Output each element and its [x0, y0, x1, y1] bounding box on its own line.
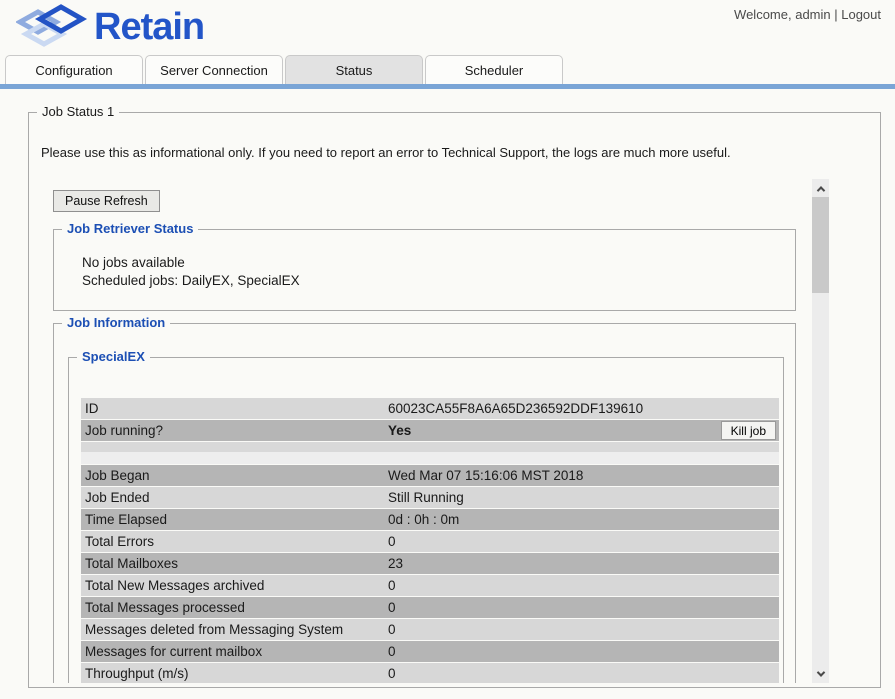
table-row: Total Mailboxes 23: [81, 553, 779, 574]
table-row: Job Ended Still Running: [81, 487, 779, 508]
scroll-up-button[interactable]: [812, 180, 829, 197]
table-row: Time Elapsed 0d : 0h : 0m: [81, 509, 779, 530]
table-row: Total Errors 0: [81, 531, 779, 552]
chevron-up-icon: [816, 186, 824, 194]
retriever-line: No jobs available: [82, 254, 300, 272]
table-row: Messages for current mailbox 0: [81, 641, 779, 662]
scrollbar-thumb[interactable]: [812, 197, 829, 293]
table-spacer-row: [81, 442, 779, 464]
retain-status-page: Retain Welcome, admin | Logout Configura…: [0, 0, 895, 699]
row-label: Throughput (m/s): [85, 663, 189, 683]
row-label: Total New Messages archived: [85, 575, 264, 596]
tab-scheduler[interactable]: Scheduler: [425, 55, 563, 84]
logout-link[interactable]: Logout: [841, 7, 881, 22]
row-label: Messages for current mailbox: [85, 641, 262, 662]
tab-configuration[interactable]: Configuration: [5, 55, 143, 84]
row-value: 0: [388, 619, 396, 640]
pause-refresh-button[interactable]: Pause Refresh: [53, 190, 160, 212]
row-value: 23: [388, 553, 403, 574]
row-value: Wed Mar 07 15:16:06 MST 2018: [388, 465, 583, 486]
specialex-job-fieldset: SpecialEX ID60023CA55F8A6A65D236592DDF13…: [68, 357, 784, 683]
retriever-line: Scheduled jobs: DailyEX, SpecialEX: [82, 272, 300, 290]
row-value: Yes: [388, 420, 411, 441]
table-row: Job running? Yes Kill job: [81, 420, 779, 441]
job-information-legend: Job Information: [62, 315, 170, 330]
tab-status[interactable]: Status: [285, 55, 423, 84]
welcome-text: Welcome, admin: [734, 7, 831, 22]
row-value: 0: [388, 597, 396, 618]
row-value: 0: [388, 531, 396, 552]
row-label: Job running?: [85, 420, 163, 441]
row-label: Total Errors: [85, 531, 154, 552]
app-logo: Retain: [16, 1, 204, 53]
job-information-fieldset: Job Information SpecialEX ID60023CA55F8A…: [53, 323, 796, 683]
row-label: Job Ended: [85, 487, 150, 508]
kill-job-button[interactable]: Kill job: [721, 421, 776, 440]
row-value: 60023CA55F8A6A65D236592DDF139610: [388, 398, 643, 419]
retriever-status-lines: No jobs available Scheduled jobs: DailyE…: [82, 254, 300, 290]
table-row: Messages deleted from Messaging System 0: [81, 619, 779, 640]
table-row: Throughput (m/s) 0: [81, 663, 779, 683]
row-label: Total Messages processed: [85, 597, 245, 618]
row-label: Time Elapsed: [85, 509, 167, 530]
row-value: 0: [388, 641, 396, 662]
specialex-legend: SpecialEX: [77, 349, 150, 364]
status-scroll-content: Pause Refresh Job Retriever Status No jo…: [41, 179, 812, 683]
job-status-legend: Job Status 1: [37, 104, 119, 119]
job-retriever-status-fieldset: Job Retriever Status No jobs available S…: [53, 229, 796, 311]
chevron-down-icon: [816, 668, 824, 676]
table-row: Total New Messages archived 0: [81, 575, 779, 596]
table-row: Job Began Wed Mar 07 15:16:06 MST 2018: [81, 465, 779, 486]
status-scroll-region: Pause Refresh Job Retriever Status No jo…: [41, 179, 829, 683]
tab-bar: Configuration Server Connection Status S…: [0, 55, 895, 89]
tab-underline: [0, 84, 895, 89]
retain-logo-icon: [16, 2, 92, 53]
job-retriever-status-legend: Job Retriever Status: [62, 221, 198, 236]
user-session-area: Welcome, admin | Logout: [734, 7, 881, 22]
separator: |: [831, 7, 842, 22]
table-row: Total Messages processed 0: [81, 597, 779, 618]
row-label: Total Mailboxes: [85, 553, 178, 574]
vertical-scrollbar[interactable]: [812, 179, 829, 683]
job-table: ID60023CA55F8A6A65D236592DDF139610Job ru…: [81, 398, 779, 683]
row-label: Job Began: [85, 465, 150, 486]
row-label: Messages deleted from Messaging System: [85, 619, 343, 640]
job-status-fieldset: Job Status 1 Please use this as informat…: [28, 112, 881, 688]
table-row: ID 60023CA55F8A6A65D236592DDF139610: [81, 398, 779, 419]
row-value: 0: [388, 575, 396, 596]
informational-text: Please use this as informational only. I…: [41, 145, 731, 160]
row-value: 0d : 0h : 0m: [388, 509, 459, 530]
tab-server-connection[interactable]: Server Connection: [145, 55, 283, 84]
logo-text: Retain: [94, 6, 204, 49]
scroll-down-button[interactable]: [812, 665, 829, 682]
row-label: ID: [85, 398, 99, 419]
row-value: Still Running: [388, 487, 464, 508]
row-value: 0: [388, 663, 396, 683]
